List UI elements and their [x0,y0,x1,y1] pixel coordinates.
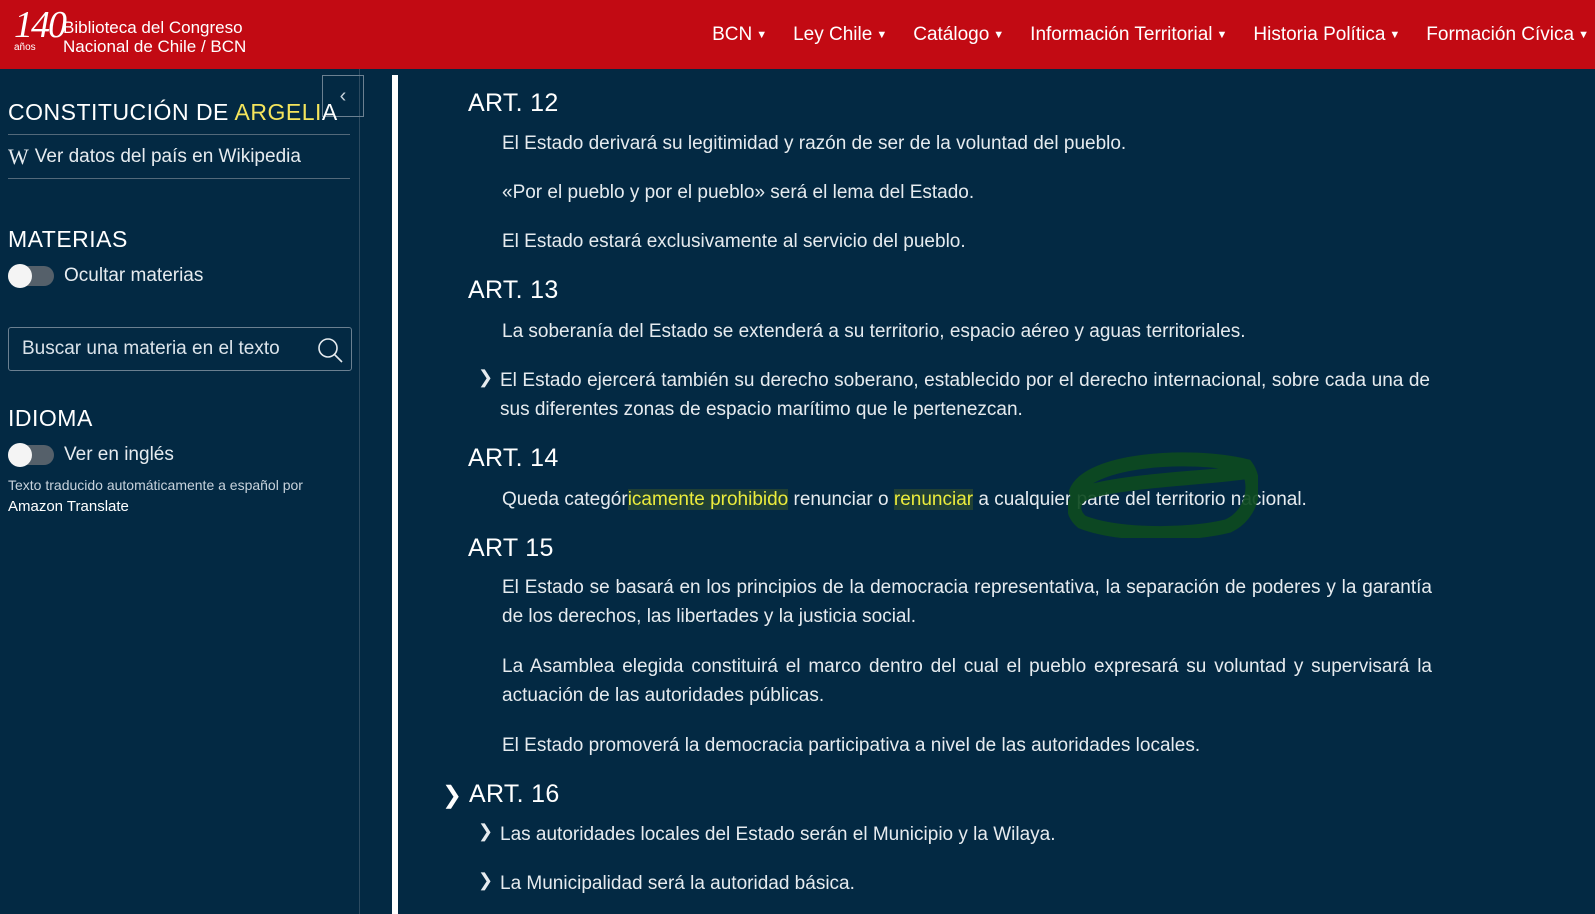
article-paragraph: «Por el pueblo y por el pueblo» será el … [502,182,975,203]
article-paragraph: El Estado ejercerá también su derecho so… [500,370,1430,420]
article-paragraph: La soberanía del Estado se extenderá a s… [502,321,1246,342]
nav-label: BCN [712,23,753,45]
highlighted-text: icamente prohibido [627,489,789,510]
article-title: ART. 12 [468,89,559,117]
nav-label: Formación Cívica [1426,23,1575,45]
toggle-switch[interactable] [8,443,54,467]
divider [8,134,350,135]
text-run: Queda categór [502,489,628,510]
nav-label: Catálogo [913,23,990,45]
title-highlight: ARGELI [234,99,322,125]
article-title: ART. 14 [468,444,559,472]
caret-down-icon: ▼ [1389,28,1401,41]
nav-bcn[interactable]: BCN ▼ [712,24,767,46]
wikipedia-label: Ver datos del país en Wikipedia [34,146,301,167]
toggle-knob [8,443,32,467]
chevron-left-icon: ‹ [339,84,347,107]
nav-label: Historia Política [1253,23,1386,45]
logo-line2: Nacional de Chile / BCN [63,37,247,56]
wikipedia-icon: W [8,144,29,169]
highlighted-text: renunciar [893,489,974,510]
constitution-text: ART. 12 El Estado derivará su legitimida… [398,69,1595,914]
article-paragraph: Las autoridades locales del Estado serán… [500,824,1056,845]
nav-formacion-civica[interactable]: Formación Cívica ▼ [1426,24,1589,46]
nav-ley-chile[interactable]: Ley Chile ▼ [793,24,887,46]
toggle-switch[interactable] [8,264,54,288]
chevron-right-icon[interactable]: ❯ [478,367,493,388]
ocultar-materias-toggle[interactable]: Ocultar materias [8,264,204,288]
caret-down-icon: ▼ [1216,28,1228,41]
article-paragraph: Queda categóricamente prohibido renuncia… [502,485,1432,514]
translation-note: Texto traducido automáticamente a españo… [8,475,303,517]
logo-anos: años [14,42,36,53]
caret-down-icon: ▼ [756,28,768,41]
article-title: ART. 13 [468,276,559,304]
divider [8,178,350,179]
wikipedia-link[interactable]: W Ver datos del país en Wikipedia [8,144,301,170]
article-paragraph: El Estado se basará en los principios de… [502,577,1432,627]
article-paragraph: El Estado promoverá la democracia partic… [502,735,1201,756]
caret-down-icon: ▼ [1578,28,1589,41]
country-title: CONSTITUCIÓN DE ARGELIA [8,99,338,126]
nav-label: Información Territorial [1030,23,1213,45]
note-text: Texto traducido automáticamente a españo… [8,477,303,493]
sidebar: ‹ CONSTITUCIÓN DE ARGELIA W Ver datos de… [0,69,364,914]
chevron-right-icon[interactable]: ❯ [478,870,493,891]
article-title: ART 15 [468,534,554,562]
amazon-translate-label: Amazon Translate [8,498,129,515]
caret-down-icon: ▼ [876,28,888,41]
text-run: renunciar o [788,489,894,510]
bcn-logo[interactable]: 140 años Biblioteca del Congreso Naciona… [6,4,246,60]
idioma-title: IDIOMA [8,405,93,431]
article-paragraph: El Estado estará exclusivamente al servi… [502,231,966,252]
search-input[interactable] [9,328,299,370]
ver-en-ingles-toggle[interactable]: Ver en inglés [8,443,174,467]
toggle-label: Ver en inglés [64,444,174,465]
title-part: A [321,99,338,125]
title-part: CONSTITUCIÓN DE [8,99,235,125]
nav-catalogo[interactable]: Catálogo ▼ [913,24,1004,46]
main-nav: BCN ▼ Ley Chile ▼ Catálogo ▼ Información Te… [686,0,1595,69]
article-paragraph: La Asamblea elegida constituirá el marco… [502,656,1432,706]
logo-140: 140 [14,4,67,46]
ink-scribble-annotation [1068,452,1258,538]
nav-historia-politica[interactable]: Historia Política ▼ [1253,24,1400,46]
top-navbar: 140 años Biblioteca del Congreso Naciona… [0,0,1595,69]
toggle-label: Ocultar materias [64,265,204,286]
chevron-right-icon[interactable]: ❯ [478,821,493,842]
chevron-right-icon[interactable]: ❯ [442,781,462,810]
materias-title: MATERIAS [8,226,128,252]
article-paragraph: La Municipalidad será la autoridad básic… [500,873,855,894]
logo-line1: Biblioteca del Congreso [63,18,243,37]
caret-down-icon: ▼ [993,28,1005,41]
article-paragraph: El Estado derivará su legitimidad y razó… [502,133,1127,154]
materia-search [8,327,352,371]
search-icon[interactable] [317,337,343,363]
article-title: ART. 16 [469,780,560,808]
nav-informacion-territorial[interactable]: Información Territorial ▼ [1030,24,1227,46]
toggle-knob [8,264,32,288]
nav-label: Ley Chile [793,23,873,45]
